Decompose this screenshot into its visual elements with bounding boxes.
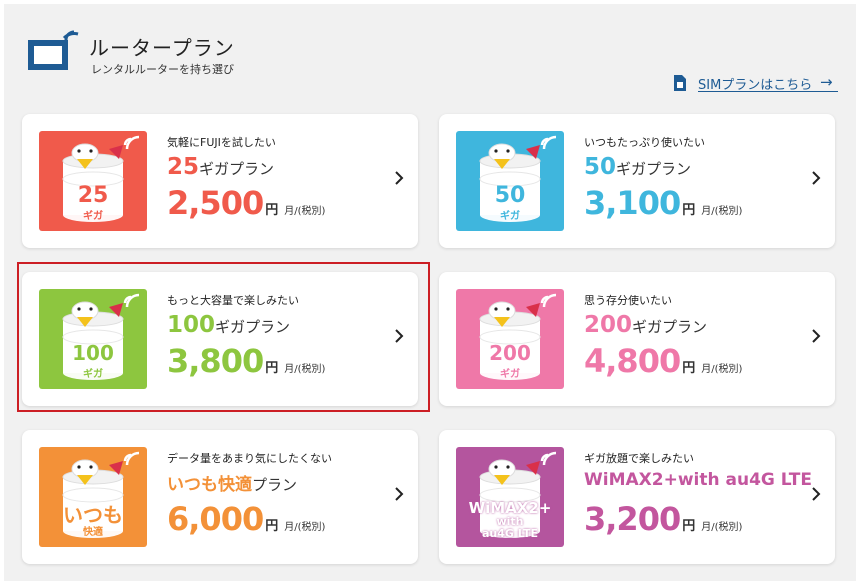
- arrow-right-icon[interactable]: →: [820, 73, 833, 91]
- currency-label: 円: [682, 361, 696, 376]
- currency-label: 円: [682, 203, 696, 218]
- price-row: 6,000 円月/(税別): [167, 500, 325, 538]
- badge-unit: 快適: [83, 527, 103, 538]
- plan-price: 3,800: [167, 342, 264, 380]
- plan-badge-wimax: WiMAX2+ with au4G LTE: [456, 447, 564, 547]
- plan-name: 200ギガプラン: [584, 312, 707, 338]
- plan-price: 3,200: [584, 500, 681, 538]
- plan-number: WiMAX2+with au4G LTE: [584, 470, 813, 490]
- billing-period: 月/(税別): [284, 364, 326, 375]
- plan-name: 25ギガプラン: [167, 154, 274, 180]
- chevron-right-icon[interactable]: [811, 328, 821, 344]
- plan-number: 200: [584, 312, 633, 338]
- plan-badge-25: 25 ギガ: [39, 131, 147, 231]
- price-row: 3,800 円月/(税別): [167, 342, 325, 380]
- plan-card-itsumo[interactable]: いつも 快適 データ量をあまり気にしたくない いつも快適プラン 6,000 円月/(…: [22, 430, 418, 564]
- billing-period: 月/(税別): [701, 206, 743, 217]
- plan-price: 4,800: [584, 342, 681, 380]
- link-underline: [698, 91, 838, 92]
- badge-label: au4G LTE: [482, 527, 538, 540]
- plan-number: 50: [584, 154, 617, 180]
- plan-name: 50ギガプラン: [584, 154, 691, 180]
- plan-name: いつも快適プラン: [167, 470, 297, 495]
- sim-plan-link[interactable]: SIMプランはこちら →: [672, 72, 840, 94]
- plan-card-100[interactable]: 100 ギガ もっと大容量で楽しみたい 100ギガプラン 3,800 円月/(税別): [22, 272, 418, 406]
- plan-suffix: プラン: [252, 476, 298, 494]
- plan-suffix: ギガプラン: [632, 318, 708, 336]
- plan-card-wimax[interactable]: WiMAX2+ with au4G LTE ギガ放題で楽しみたい WiMAX2+wi…: [439, 430, 835, 564]
- plan-tagline: ギガ放題で楽しみたい: [584, 452, 694, 465]
- badge-number: 25: [77, 183, 109, 208]
- badge-unit: ギガ: [83, 211, 103, 222]
- billing-period: 月/(税別): [701, 522, 743, 533]
- plan-tagline: いつもたっぷり使いたい: [584, 136, 705, 149]
- currency-label: 円: [265, 361, 279, 376]
- badge-number: 100: [72, 341, 114, 365]
- plan-name: 100ギガプラン: [167, 312, 290, 338]
- badge-unit: ギガ: [83, 369, 103, 380]
- plan-badge-100: 100 ギガ: [39, 289, 147, 389]
- billing-period: 月/(税別): [284, 522, 326, 533]
- plan-price: 6,000: [167, 500, 264, 538]
- price-row: 4,800 円月/(税別): [584, 342, 742, 380]
- chevron-right-icon[interactable]: [811, 486, 821, 502]
- plan-badge-itsumo: いつも 快適: [39, 447, 147, 547]
- plan-number: いつも快適: [167, 475, 252, 495]
- plan-card-50[interactable]: 50 ギガ いつもたっぷり使いたい 50ギガプラン 3,100 円月/(税別): [439, 114, 835, 248]
- plan-card-200[interactable]: 200 ギガ 思う存分使いたい 200ギガプラン 4,800 円月/(税別): [439, 272, 835, 406]
- currency-label: 円: [265, 519, 279, 534]
- plan-card-25[interactable]: 25 ギガ 気軽にFUJIを試したい 25ギガプラン 2,500 円月/(税別): [22, 114, 418, 248]
- plan-suffix: ギガプラン: [199, 160, 275, 178]
- badge-number: 200: [489, 341, 531, 365]
- plan-number: 100: [167, 312, 216, 338]
- price-row: 3,200 円月/(税別): [584, 500, 742, 538]
- plan-number: 25: [167, 154, 200, 180]
- plan-tagline: 思う存分使いたい: [584, 294, 672, 307]
- plan-suffix: ギガプラン: [215, 318, 291, 336]
- router-icon: [28, 30, 79, 70]
- page-subtitle: レンタルルーターを持ち選び: [91, 63, 234, 76]
- plan-price: 2,500: [167, 184, 264, 222]
- plan-badge-50: 50 ギガ: [456, 131, 564, 231]
- price-row: 3,100 円月/(税別): [584, 184, 742, 222]
- sim-card-icon: [674, 75, 686, 91]
- chevron-right-icon[interactable]: [811, 170, 821, 186]
- badge-unit: ギガ: [500, 211, 520, 222]
- page-title: ルータープラン: [89, 36, 235, 60]
- chevron-right-icon[interactable]: [394, 328, 404, 344]
- plan-name: WiMAX2+with au4G LTE: [584, 470, 812, 490]
- plan-suffix: ギガプラン: [616, 160, 692, 178]
- badge-unit: ギガ: [500, 369, 520, 380]
- billing-period: 月/(税別): [284, 206, 326, 217]
- chevron-right-icon[interactable]: [394, 170, 404, 186]
- plan-tagline: 気軽にFUJIを試したい: [167, 136, 276, 149]
- badge-number: 50: [494, 183, 526, 208]
- currency-label: 円: [682, 519, 696, 534]
- plan-badge-200: 200 ギガ: [456, 289, 564, 389]
- billing-period: 月/(税別): [701, 364, 743, 375]
- price-row: 2,500 円月/(税別): [167, 184, 325, 222]
- plan-tagline: もっと大容量で楽しみたい: [167, 294, 299, 307]
- plan-price: 3,100: [584, 184, 681, 222]
- chevron-right-icon[interactable]: [394, 486, 404, 502]
- currency-label: 円: [265, 203, 279, 218]
- plan-tagline: データ量をあまり気にしたくない: [167, 452, 332, 465]
